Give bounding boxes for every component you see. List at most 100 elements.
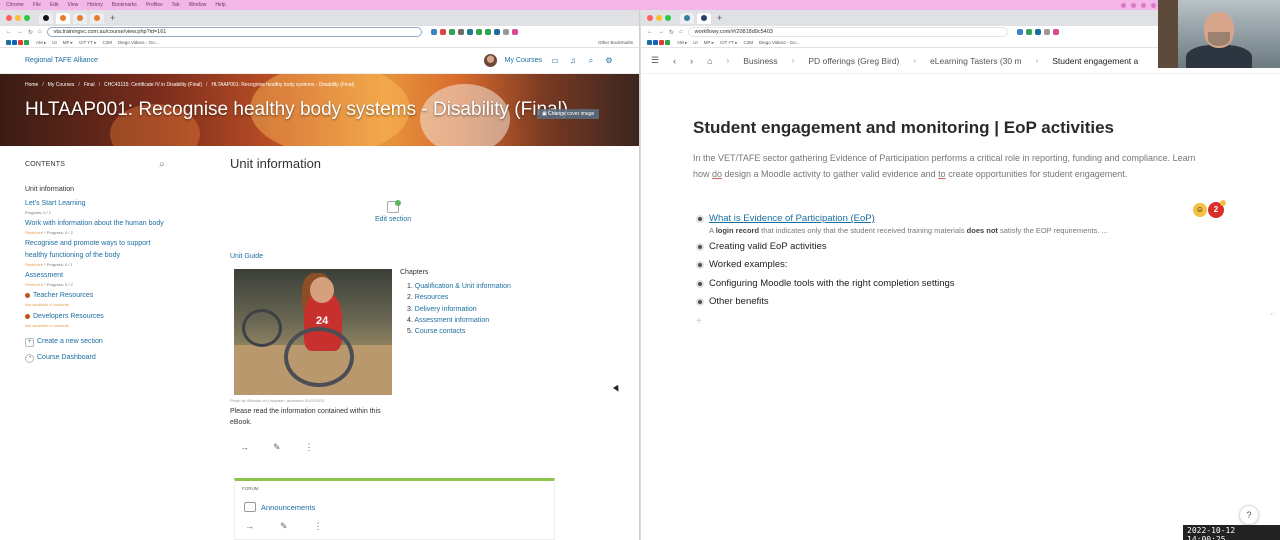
- browser-tab[interactable]: [680, 12, 694, 24]
- contents-item-human-body[interactable]: Work with information about the human bo…: [25, 220, 164, 227]
- unit-guide-link[interactable]: Unit Guide: [230, 253, 263, 260]
- breadcrumb-item[interactable]: Final: [84, 82, 95, 88]
- bookmark-item[interactable]: Diego Videos - Go...: [118, 40, 158, 45]
- add-bullet-plus-icon[interactable]: +: [693, 316, 1233, 327]
- minimize-window-button[interactable]: [656, 15, 662, 21]
- browser-tab[interactable]: [73, 12, 87, 24]
- menubar-item[interactable]: File: [33, 2, 41, 8]
- chapter-link[interactable]: Assessment information: [414, 317, 489, 324]
- menubar-item[interactable]: Chrome: [6, 2, 24, 8]
- new-tab-plus-icon[interactable]: +: [717, 13, 722, 23]
- extension-icon[interactable]: [439, 29, 446, 35]
- breadcrumb-current[interactable]: Student engagement a: [1052, 56, 1138, 66]
- bookmark-item[interactable]: MP ▸: [63, 40, 73, 46]
- eop-link[interactable]: What is Evidence of Participation (EoP): [709, 213, 875, 224]
- extension-icon[interactable]: [502, 29, 509, 35]
- reload-icon[interactable]: ↻: [669, 29, 674, 36]
- back-arrow-icon[interactable]: ←: [647, 29, 653, 35]
- edit-pencil-icon[interactable]: ✎: [280, 521, 288, 532]
- reload-icon[interactable]: ↻: [28, 29, 33, 36]
- chapter-link[interactable]: Resources: [415, 294, 448, 301]
- edit-pencil-icon[interactable]: ✎: [273, 442, 281, 453]
- browser-tab-active[interactable]: [697, 12, 711, 24]
- avatar[interactable]: [483, 54, 497, 67]
- new-tab-plus-icon[interactable]: +: [110, 13, 115, 23]
- close-window-button[interactable]: [6, 15, 12, 21]
- chapter-link[interactable]: Qualification & Unit information: [415, 283, 511, 290]
- extension-icon[interactable]: [1034, 29, 1041, 35]
- url-field[interactable]: workflowy.com/#/20818d9c5403: [687, 27, 1008, 37]
- zoom-window-button[interactable]: [24, 15, 30, 21]
- browser-tab-active[interactable]: [56, 12, 70, 24]
- collapse-panel-arrow-icon[interactable]: ←: [1269, 310, 1276, 317]
- browser-tab[interactable]: [90, 12, 104, 24]
- breadcrumb-item[interactable]: eLearning Tasters (30 m: [930, 56, 1022, 66]
- zoom-window-button[interactable]: [665, 15, 671, 21]
- notifications-bell-icon[interactable]: ♫: [568, 56, 578, 66]
- help-button[interactable]: ?: [1239, 505, 1259, 525]
- menubar-item[interactable]: View: [67, 2, 78, 8]
- bookmark-item[interactable]: C2M: [743, 40, 753, 45]
- other-bookmarks[interactable]: Other Bookmarks: [598, 40, 633, 45]
- breadcrumb-item[interactable]: HLTAAP001: Recognise healthy body system…: [211, 82, 354, 88]
- course-dashboard-row[interactable]: ◔ Course Dashboard: [25, 352, 165, 364]
- notification-badge[interactable]: 2: [1208, 200, 1226, 218]
- nav-forward-chevron-icon[interactable]: ›: [690, 56, 693, 66]
- contents-item-unit-information[interactable]: Unit information: [25, 186, 74, 193]
- edit-section-button[interactable]: Edit section: [375, 200, 411, 223]
- bookmark-item[interactable]: AM ▸: [36, 40, 46, 46]
- chapter-link[interactable]: Course contacts: [415, 328, 466, 335]
- breadcrumb-item[interactable]: Business: [743, 56, 778, 66]
- more-menu-icon[interactable]: ⋮: [314, 521, 323, 532]
- nerd-face-emoji-icon[interactable]: ☺: [1193, 203, 1207, 217]
- bullet-item[interactable]: Creating valid EoP activities: [693, 238, 1233, 257]
- home-icon[interactable]: ⌂: [707, 56, 712, 66]
- forward-arrow-icon[interactable]: →: [17, 29, 23, 35]
- home-icon[interactable]: ⌂: [679, 29, 683, 35]
- bookmark-item[interactable]: UI: [52, 40, 57, 45]
- menu-hamburger-icon[interactable]: ☰: [651, 55, 659, 66]
- url-field[interactable]: vta.trainingvc.com.au/course/view.php?id…: [46, 27, 422, 37]
- announcements-link[interactable]: Announcements: [261, 503, 315, 512]
- breadcrumb-item[interactable]: Home: [25, 82, 38, 88]
- search-icon[interactable]: ⌕: [586, 56, 596, 66]
- breadcrumb-item[interactable]: CHC43115: Certificate IV in Disability (…: [104, 82, 202, 88]
- extension-icon[interactable]: [1025, 29, 1032, 35]
- bookmark-item[interactable]: [6, 40, 30, 46]
- breadcrumb-item[interactable]: PD offerings (Greg Bird): [808, 56, 899, 66]
- bookmark-item[interactable]: [647, 40, 671, 46]
- create-new-section-link[interactable]: Create a new section: [37, 336, 103, 348]
- extension-icon[interactable]: [484, 29, 491, 35]
- contents-item-healthy-functioning[interactable]: Recognise and promote ways to support he…: [25, 240, 150, 259]
- menubar-item[interactable]: History: [87, 2, 103, 8]
- bookmark-item[interactable]: CIT YT ▸: [79, 40, 97, 46]
- menubar-item[interactable]: Bookmarks: [112, 2, 137, 8]
- close-window-button[interactable]: [647, 15, 653, 21]
- move-arrow-icon[interactable]: →: [240, 442, 249, 453]
- menubar-item[interactable]: Tab: [172, 2, 180, 8]
- settings-gear-icon[interactable]: ⚙: [604, 56, 614, 66]
- home-icon[interactable]: ⌂: [38, 29, 42, 35]
- forward-arrow-icon[interactable]: →: [658, 29, 664, 35]
- contents-search-icon[interactable]: ⌕: [159, 159, 165, 170]
- extension-icon[interactable]: [511, 29, 518, 35]
- create-section-row[interactable]: + Create a new section: [25, 336, 165, 348]
- menubar-item[interactable]: Edit: [50, 2, 59, 8]
- bookmark-item[interactable]: C2M: [102, 40, 112, 45]
- bookmark-item[interactable]: AM ▸: [677, 40, 687, 46]
- bullet-item[interactable]: What is Evidence of Participation (EoP): [693, 210, 1233, 229]
- breadcrumb-item[interactable]: My Courses: [48, 82, 75, 88]
- bullet-item[interactable]: Worked examples:: [693, 256, 1233, 275]
- bullet-item[interactable]: Other benefits: [693, 293, 1233, 312]
- bookmark-item[interactable]: MP ▸: [704, 40, 714, 46]
- extension-icon[interactable]: [1043, 29, 1050, 35]
- minimize-window-button[interactable]: [15, 15, 21, 21]
- contents-item-developers-resources[interactable]: Developers Resources: [33, 313, 104, 320]
- nav-back-chevron-icon[interactable]: ‹: [673, 56, 676, 66]
- extension-icon[interactable]: [457, 29, 464, 35]
- chapter-link[interactable]: Delivery information: [415, 306, 477, 313]
- menubar-item[interactable]: Window: [189, 2, 207, 8]
- change-cover-image-button[interactable]: ▣ Change cover image: [537, 109, 600, 119]
- document-note[interactable]: In the VET/TAFE sector gathering Evidenc…: [693, 150, 1213, 182]
- extension-icon[interactable]: [475, 29, 482, 35]
